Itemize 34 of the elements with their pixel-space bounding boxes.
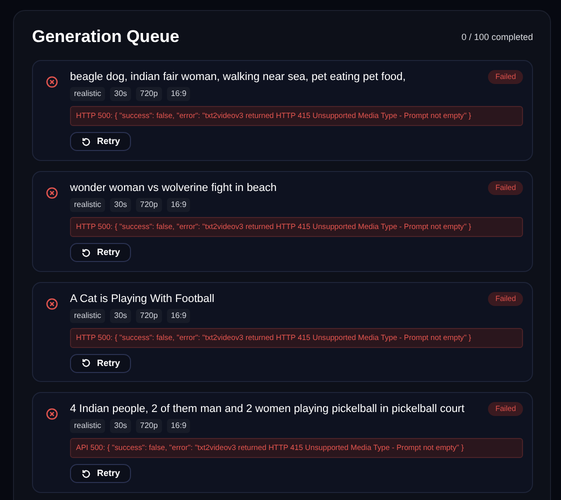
tag-chip: 720p [136, 308, 162, 323]
tag-chip: 720p [136, 87, 162, 102]
tag-chip: realistic [70, 308, 106, 323]
retry-icon [81, 468, 91, 479]
retry-button[interactable]: Retry [70, 243, 132, 262]
error-icon [46, 408, 58, 420]
error-icon [46, 186, 58, 199]
progress-count: 0 / 100 completed [461, 32, 533, 43]
prompt-text: 4 Indian people, 2 of them man and 2 women playing pickelball in pickelball court [70, 402, 464, 416]
prompt-text: A Cat is Playing With Football [70, 292, 214, 306]
tag-chip: 16:9 [166, 419, 190, 434]
error-icon [46, 298, 58, 310]
tag-chip: 30s [110, 308, 132, 323]
tag-chip: realistic [70, 198, 106, 212]
tag-chip: 720p [136, 198, 162, 212]
retry-button[interactable]: Retry [70, 132, 132, 152]
tag-chip: 30s [110, 87, 132, 102]
prompt-text: wonder woman vs wolverine fight in beach [70, 181, 277, 196]
retry-button[interactable]: Retry [70, 354, 132, 373]
retry-icon [81, 358, 91, 368]
tag-chip: realistic [70, 87, 106, 102]
retry-button[interactable]: Retry [70, 464, 132, 484]
error-icon [46, 76, 58, 88]
tag-chip: 720p [136, 419, 162, 434]
tag-chip: realistic [70, 419, 106, 434]
retry-icon [81, 248, 91, 258]
tag-chip: 16:9 [166, 87, 190, 102]
tag-chip: 30s [110, 419, 132, 434]
tag-chip: 16:9 [166, 198, 190, 212]
page-title: Generation Queue [32, 27, 180, 48]
prompt-text: beagle dog, indian fair woman, walking near sea, pet eating pet food, [70, 70, 406, 84]
tag-chip: 30s [110, 198, 132, 212]
tag-chip: 16:9 [166, 308, 190, 323]
retry-icon [81, 136, 91, 147]
